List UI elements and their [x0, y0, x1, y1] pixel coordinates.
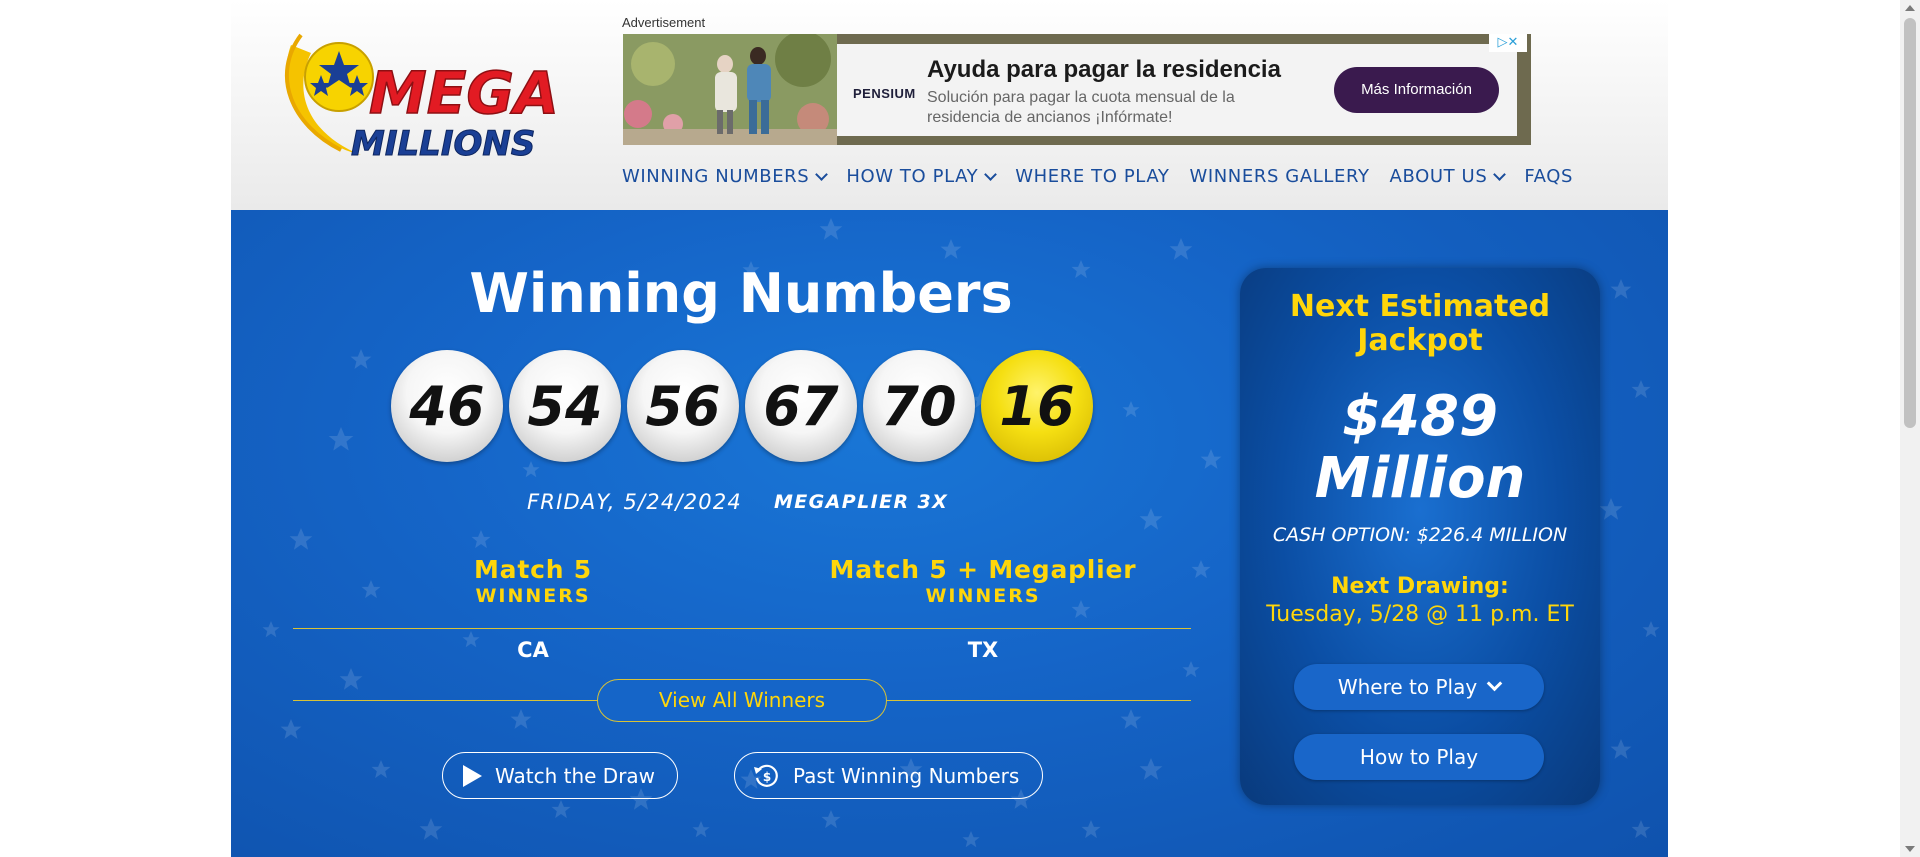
winners-col-match5-megaplier: Match 5 + Megaplier WINNERS: [773, 555, 1193, 607]
winners-col-title: Match 5 + Megaplier: [829, 555, 1137, 584]
winners-col-match5: Match 5 WINNERS: [413, 555, 653, 607]
nav-winning-numbers-label: WINNING NUMBERS: [622, 166, 810, 187]
logo-millions-text: MILLIONS: [351, 124, 535, 164]
advertisement-banner[interactable]: PENSIUM Ayuda para pagar la residencia S…: [623, 34, 1531, 145]
page: MEGA MILLIONS Advertisement PENSIUM Ayud…: [231, 0, 1668, 857]
nav-faqs-label: FAQS: [1524, 166, 1574, 187]
scrollbar-thumb[interactable]: [1904, 18, 1916, 428]
past-winning-numbers-button[interactable]: $ Past Winning Numbers: [734, 752, 1043, 799]
chevron-down-icon: [984, 167, 998, 181]
next-drawing-label: Next Drawing:: [1331, 574, 1509, 599]
chevron-down-icon: [815, 167, 829, 181]
site-header: MEGA MILLIONS Advertisement PENSIUM Ayud…: [231, 0, 1668, 210]
where-to-play-label: Where to Play: [1337, 675, 1478, 699]
logo-mega-text: MEGA: [369, 59, 559, 127]
white-ball: 54: [509, 350, 621, 462]
winners-col-subtitle: WINNERS: [475, 585, 591, 607]
white-ball: 56: [627, 350, 739, 462]
mega-ball: 16: [981, 350, 1093, 462]
nav-about-us-label: ABOUT US: [1389, 166, 1488, 187]
ad-cta-button[interactable]: Más Información: [1334, 67, 1499, 113]
nav-about-us[interactable]: ABOUT US: [1389, 166, 1507, 187]
jackpot-amount-value: $489: [1342, 384, 1498, 449]
nav-winners-gallery-label: WINNERS GALLERY: [1189, 166, 1370, 187]
ad-body: Solución para pagar la cuota mensual de …: [927, 89, 1235, 126]
page-title: Winning Numbers: [469, 262, 1013, 325]
winners-value: TX: [967, 638, 999, 662]
jackpot-heading-line: Next Estimated: [1289, 289, 1551, 324]
watch-the-draw-label: Watch the Draw: [495, 763, 656, 788]
svg-text:$: $: [763, 770, 771, 784]
nav-faqs[interactable]: FAQS: [1524, 166, 1573, 187]
winning-numbers-hero: Winning Numbers 46 54 56 67 70 16 FRIDAY…: [231, 210, 1668, 857]
watch-the-draw-button[interactable]: Watch the Draw: [442, 752, 678, 799]
jackpot-amount-unit: Million: [1314, 446, 1526, 511]
how-to-play-button[interactable]: How to Play: [1294, 734, 1544, 780]
view-all-winners-button[interactable]: View All Winners: [597, 679, 887, 722]
nav-winning-numbers[interactable]: WINNING NUMBERS: [622, 166, 829, 187]
history-icon: $: [753, 762, 781, 790]
cash-option: CASH OPTION: $226.4 MILLION: [1272, 524, 1568, 546]
vertical-scrollbar[interactable]: [1900, 0, 1920, 857]
jackpot-heading: Next Estimated Jackpot: [1240, 290, 1600, 358]
ad-card[interactable]: PENSIUM Ayuda para pagar la residencia S…: [837, 44, 1517, 136]
ad-photo: [623, 34, 837, 145]
ad-brand: PENSIUM: [853, 86, 916, 101]
winners-value: CA: [517, 638, 549, 662]
scroll-down-icon[interactable]: [1905, 846, 1915, 852]
ad-label: Advertisement: [622, 15, 706, 30]
next-drawing-date: Tuesday, 5/28 @ 11 p.m. ET: [1266, 602, 1574, 627]
nav-how-to-play[interactable]: HOW TO PLAY: [846, 166, 998, 187]
play-icon: [461, 764, 483, 788]
where-to-play-button[interactable]: Where to Play: [1294, 664, 1544, 710]
mega-millions-logo[interactable]: MEGA MILLIONS: [271, 25, 561, 165]
white-ball: 46: [391, 350, 503, 462]
winners-divider: [293, 628, 1191, 629]
winners-col-subtitle: WINNERS: [925, 585, 1041, 607]
winning-balls: 46 54 56 67 70 16: [391, 350, 1099, 462]
main-nav: WINNING NUMBERS HOW TO PLAY WHERE TO PLA…: [622, 166, 1593, 187]
jackpot-card: Next Estimated Jackpot $489 Million CASH…: [1240, 268, 1600, 805]
white-ball: 70: [863, 350, 975, 462]
winners-col-title: Match 5: [473, 555, 592, 584]
nav-winners-gallery[interactable]: WINNERS GALLERY: [1189, 166, 1369, 187]
past-winning-numbers-label: Past Winning Numbers: [793, 763, 1020, 788]
ad-headline[interactable]: Ayuda para pagar la residencia: [927, 56, 1281, 84]
megaplier: MEGAPLIER 3X: [774, 491, 949, 513]
scroll-up-icon[interactable]: [1905, 5, 1915, 11]
nav-where-to-play[interactable]: WHERE TO PLAY: [1015, 166, 1169, 187]
nav-how-to-play-label: HOW TO PLAY: [846, 166, 979, 187]
white-ball: 67: [745, 350, 857, 462]
draw-date: FRIDAY, 5/24/2024: [527, 490, 742, 514]
jackpot-heading-line: Jackpot: [1357, 323, 1483, 358]
chevron-down-icon: [1493, 167, 1507, 181]
chevron-down-icon: [1486, 675, 1503, 692]
nav-where-to-play-label: WHERE TO PLAY: [1015, 166, 1170, 187]
adchoices-icon[interactable]: ▷✕: [1489, 34, 1527, 52]
jackpot-amount: $489 Million: [1240, 386, 1600, 510]
